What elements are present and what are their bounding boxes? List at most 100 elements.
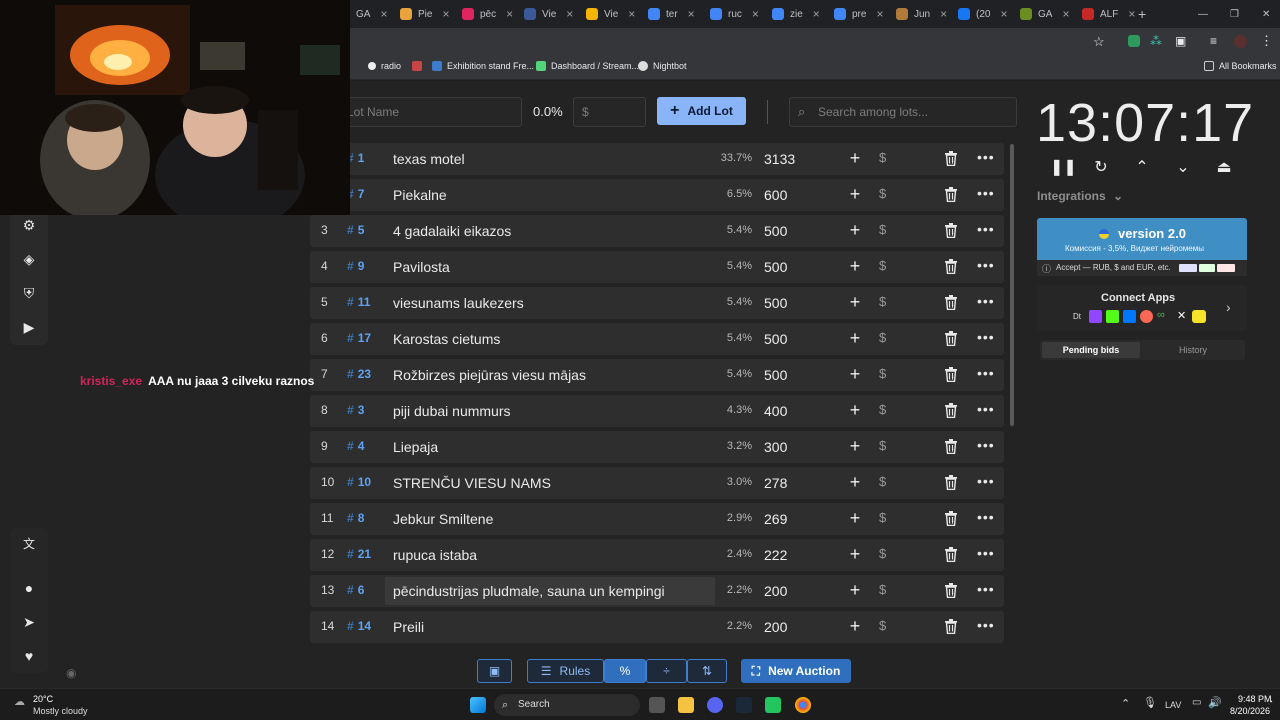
connect-apps-card[interactable]: Connect Apps Dt ∞ ✕ › xyxy=(1037,285,1247,331)
percent-toggle-button[interactable]: % xyxy=(604,659,646,683)
delete-trash-icon[interactable] xyxy=(944,187,958,202)
telegram-icon[interactable]: ➤ xyxy=(21,614,37,630)
close-window-icon[interactable]: ✕ xyxy=(1262,4,1270,24)
lot-name-field[interactable]: piji dubai nummurs xyxy=(385,397,715,425)
delete-trash-icon[interactable] xyxy=(944,583,958,598)
browser-tab[interactable]: ter × xyxy=(648,4,695,24)
file-explorer-icon[interactable] xyxy=(678,697,694,713)
more-options-icon[interactable]: ••• xyxy=(977,149,995,165)
lot-name-field[interactable]: 4 gadalaiki eikazos xyxy=(385,217,715,245)
lot-name-field[interactable]: Karostas cietums xyxy=(385,325,715,353)
eject-icon[interactable]: ⏏ xyxy=(1214,157,1234,177)
add-amount-plus-icon[interactable]: + xyxy=(848,184,862,205)
lot-row[interactable]: 12 #21 rupuca istaba 2.4% 222 + $ ••• xyxy=(310,539,1004,571)
tab-close-icon[interactable]: × xyxy=(876,7,883,21)
more-options-icon[interactable]: ••• xyxy=(977,329,995,345)
lot-name-field[interactable]: Liepaja xyxy=(385,433,715,461)
delete-trash-icon[interactable] xyxy=(944,511,958,526)
bookmark-exhibition[interactable] xyxy=(412,61,427,71)
extensions-puzzle-icon[interactable]: ▣ xyxy=(1175,34,1186,48)
language-indicator[interactable]: LAV xyxy=(1165,700,1181,710)
translate-icon[interactable]: 文 xyxy=(21,536,37,552)
amount-input[interactable]: $ xyxy=(573,97,646,127)
tab-close-icon[interactable]: × xyxy=(940,7,947,21)
more-options-icon[interactable]: ••• xyxy=(977,401,995,417)
integrations-dropdown[interactable]: Integrations ⌄ xyxy=(1037,189,1123,203)
tab-close-icon[interactable]: × xyxy=(752,7,759,21)
split-button[interactable]: ÷ xyxy=(646,659,687,683)
scrollbar[interactable] xyxy=(1010,144,1014,426)
dollar-icon[interactable]: $ xyxy=(879,258,886,273)
lot-row[interactable]: 6 #17 Karostas cietums 5.4% 500 + $ ••• xyxy=(310,323,1004,355)
microphone-icon[interactable]: 🎙 xyxy=(1143,696,1157,709)
extension-icon[interactable]: ⁂ xyxy=(1150,34,1162,48)
dollar-icon[interactable]: $ xyxy=(879,366,886,381)
lot-name-field[interactable]: Pavilosta xyxy=(385,253,715,281)
browser-tab[interactable]: ruc × xyxy=(710,4,759,24)
dollar-icon[interactable]: $ xyxy=(879,150,886,165)
browser-tab[interactable]: Vie × xyxy=(586,4,635,24)
more-options-icon[interactable]: ••• xyxy=(977,221,995,237)
lot-name-field[interactable]: Preili xyxy=(385,613,715,641)
add-amount-plus-icon[interactable]: + xyxy=(848,436,862,457)
browser-tab[interactable]: Pie × xyxy=(400,4,449,24)
extension-icon[interactable] xyxy=(1128,35,1140,47)
windows-start-icon[interactable] xyxy=(470,697,486,713)
tab-close-icon[interactable]: × xyxy=(688,7,695,21)
more-options-icon[interactable]: ••• xyxy=(977,437,995,453)
pause-icon[interactable]: ❚❚ xyxy=(1050,157,1077,177)
lot-name-input[interactable]: Lot Name xyxy=(338,97,522,127)
maximize-icon[interactable]: ❐ xyxy=(1230,4,1239,24)
add-amount-plus-icon[interactable]: + xyxy=(848,256,862,277)
tab-close-icon[interactable]: × xyxy=(1000,7,1007,21)
dollar-icon[interactable]: $ xyxy=(879,546,886,561)
add-amount-plus-icon[interactable]: + xyxy=(848,220,862,241)
new-tab-button[interactable]: + xyxy=(1138,4,1146,24)
bookmark-star-icon[interactable]: ☆ xyxy=(1093,34,1105,50)
more-options-icon[interactable]: ••• xyxy=(977,365,995,381)
tab-close-icon[interactable]: × xyxy=(813,7,820,21)
tab-close-icon[interactable]: × xyxy=(442,7,449,21)
lot-row[interactable]: 11 #8 Jebkur Smiltene 2.9% 269 + $ ••• xyxy=(310,503,1004,535)
add-amount-plus-icon[interactable]: + xyxy=(848,544,862,565)
layers-icon[interactable]: ◈ xyxy=(21,251,37,267)
add-amount-plus-icon[interactable]: + xyxy=(848,364,862,385)
rules-button[interactable]: ☰ Rules xyxy=(527,659,604,683)
delete-trash-icon[interactable] xyxy=(944,475,958,490)
lot-row[interactable]: 13 #6 pēcindustrijas pludmale, sauna un ke… xyxy=(310,575,1004,607)
browser-tab[interactable]: (20 × xyxy=(958,4,1007,24)
more-options-icon[interactable]: ••• xyxy=(977,473,995,489)
add-lot-button[interactable]: + Add Lot xyxy=(657,97,746,125)
more-options-icon[interactable]: ••• xyxy=(977,293,995,309)
more-options-icon[interactable]: ••• xyxy=(977,581,995,597)
browser-tab[interactable]: ALF × xyxy=(1082,4,1135,24)
bookmark-exhibition-stand[interactable]: Exhibition stand Fre... xyxy=(432,61,534,71)
taskbar-search[interactable]: ⌕ Search xyxy=(494,694,640,716)
more-options-icon[interactable]: ••• xyxy=(977,509,995,525)
chrome-icon[interactable] xyxy=(795,697,811,713)
dollar-icon[interactable]: $ xyxy=(879,438,886,453)
chevron-up-icon[interactable]: ⌃ xyxy=(1132,157,1152,177)
delete-trash-icon[interactable] xyxy=(944,151,958,166)
browser-tab[interactable]: GA × xyxy=(1020,4,1069,24)
delete-trash-icon[interactable] xyxy=(944,403,958,418)
lot-row[interactable]: 4 #9 Pavilosta 5.4% 500 + $ ••• xyxy=(310,251,1004,283)
dollar-icon[interactable]: $ xyxy=(879,582,886,597)
reading-list-icon[interactable]: ≡ xyxy=(1210,34,1217,48)
tab-close-icon[interactable]: × xyxy=(628,7,635,21)
lot-name-field[interactable]: pēcindustrijas pludmale, sauna un kempin… xyxy=(385,577,715,605)
delete-trash-icon[interactable] xyxy=(944,367,958,382)
discord-icon[interactable] xyxy=(707,697,723,713)
lot-name-field[interactable]: texas motel xyxy=(385,145,715,173)
browser-tab[interactable]: Jun × xyxy=(896,4,947,24)
add-amount-plus-icon[interactable]: + xyxy=(848,292,862,313)
delete-trash-icon[interactable] xyxy=(944,259,958,274)
tab-pending-bids[interactable]: Pending bids xyxy=(1042,342,1140,358)
bookmark-dashboard[interactable]: Dashboard / Stream... xyxy=(536,61,639,71)
lot-row[interactable]: 14 #14 Preili 2.2% 200 + $ ••• xyxy=(310,611,1004,643)
browser-tab[interactable]: pēc × xyxy=(462,4,513,24)
donate-icon[interactable]: ♥ xyxy=(21,648,37,664)
tab-close-icon[interactable]: × xyxy=(506,7,513,21)
search-lots-input[interactable]: ⌕ Search among lots... xyxy=(789,97,1017,127)
delete-trash-icon[interactable] xyxy=(944,619,958,634)
